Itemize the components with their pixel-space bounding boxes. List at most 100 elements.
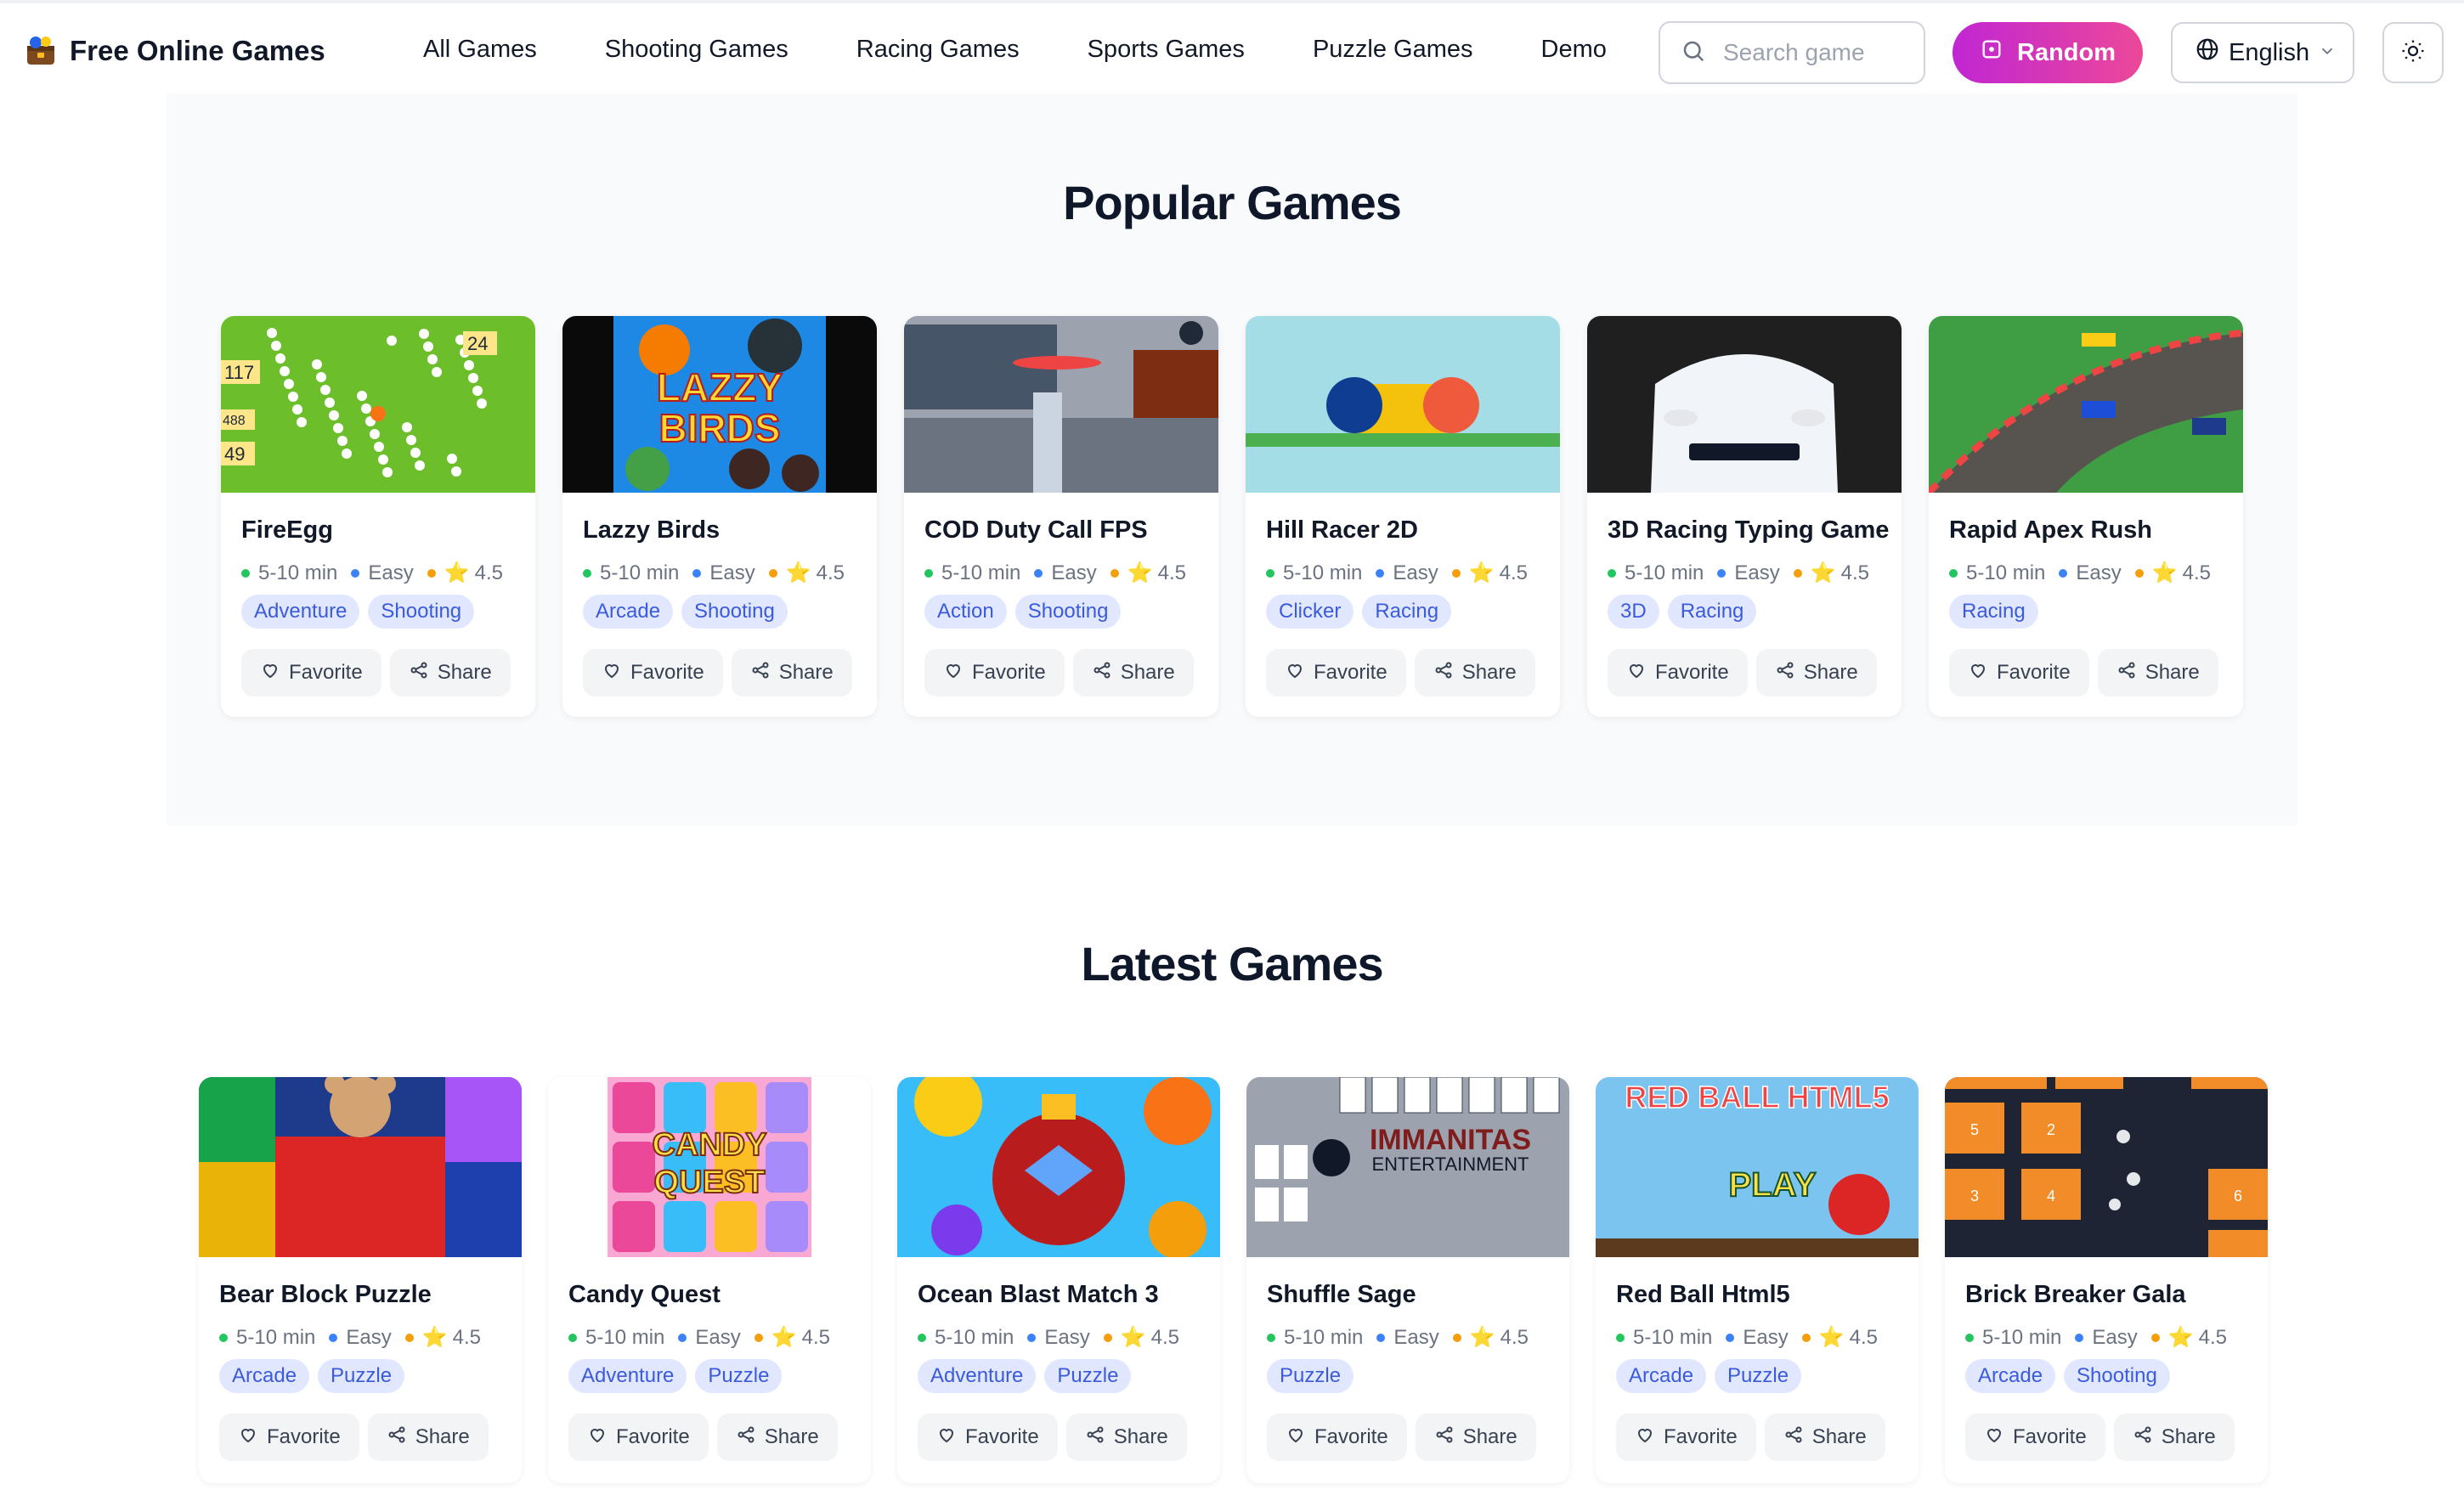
favorite-button[interactable]: Favorite <box>568 1413 709 1461</box>
favorite-button[interactable]: Favorite <box>583 649 723 697</box>
category-tag[interactable]: Adventure <box>568 1359 687 1393</box>
share-button[interactable]: Share <box>1415 1413 1536 1461</box>
favorite-button[interactable]: Favorite <box>1266 649 1406 697</box>
share-button[interactable]: Share <box>367 1413 489 1461</box>
game-card[interactable]: RED BALL HTML5 PLAY Red Ball Html5 5-10 … <box>1596 1077 1919 1483</box>
share-button[interactable]: Share <box>1065 1413 1187 1461</box>
favorite-button[interactable]: Favorite <box>241 649 381 697</box>
share-button[interactable]: Share <box>1764 1413 1885 1461</box>
share-button[interactable]: Share <box>2113 1413 2235 1461</box>
game-title[interactable]: Red Ball Html5 <box>1616 1281 1790 1309</box>
game-card[interactable]: COD Duty Call FPS 5-10 min Easy ⭐ 4.5 Act… <box>904 316 1218 717</box>
category-tag[interactable]: Puzzle <box>1044 1359 1132 1393</box>
game-card[interactable]: LAZZY BIRDS Lazzy Birds 5-10 min Easy ⭐ 4… <box>562 316 877 717</box>
category-tag[interactable]: Puzzle <box>318 1359 405 1393</box>
brand-logo[interactable]: Free Online Games <box>24 34 325 68</box>
favorite-button[interactable]: Favorite <box>1616 1413 1756 1461</box>
game-title[interactable]: Bear Block Puzzle <box>219 1281 432 1309</box>
favorite-button[interactable]: Favorite <box>924 649 1065 697</box>
category-tag[interactable]: Arcade <box>1965 1359 2056 1393</box>
category-tag[interactable]: Arcade <box>1616 1359 1707 1393</box>
time-dot-icon <box>219 1333 228 1342</box>
game-card[interactable]: 5 2 3 4 6 Brick Breaker Gala 5-10 min Ea… <box>1945 1077 2268 1483</box>
game-thumbnail[interactable] <box>904 316 1218 493</box>
favorite-button[interactable]: Favorite <box>1608 649 1748 697</box>
category-tag[interactable]: Adventure <box>918 1359 1037 1393</box>
game-thumbnail[interactable] <box>1929 316 2243 493</box>
game-thumbnail[interactable]: CANDY QUEST <box>548 1077 871 1257</box>
category-tag[interactable]: Clicker <box>1266 595 1354 629</box>
random-button[interactable]: Random <box>1953 22 2143 83</box>
category-tag[interactable]: Puzzle <box>695 1359 783 1393</box>
favorite-button[interactable]: Favorite <box>1267 1413 1407 1461</box>
game-title[interactable]: Shuffle Sage <box>1267 1281 1416 1309</box>
category-tag[interactable]: Puzzle <box>1715 1359 1802 1393</box>
game-card[interactable]: Hill Racer 2D 5-10 min Easy ⭐ 4.5 Clicker… <box>1246 316 1560 717</box>
game-thumbnail[interactable]: LAZZY BIRDS <box>562 316 877 493</box>
category-tag[interactable]: Adventure <box>241 595 360 629</box>
game-thumbnail[interactable] <box>199 1077 522 1257</box>
theme-toggle-button[interactable] <box>2382 22 2444 83</box>
difficulty-dot-icon <box>1717 568 1726 578</box>
category-tag[interactable]: Racing <box>1362 595 1452 629</box>
category-tag[interactable]: Action <box>924 595 1007 629</box>
game-title[interactable]: Brick Breaker Gala <box>1965 1281 2186 1309</box>
game-thumbnail[interactable]: RED BALL HTML5 PLAY <box>1596 1077 1919 1257</box>
share-button[interactable]: Share <box>389 649 511 697</box>
category-tag[interactable]: Shooting <box>368 595 475 629</box>
game-thumbnail[interactable]: IMMANITAS ENTERTAINMENT <box>1246 1077 1569 1257</box>
game-thumbnail[interactable]: 117 24 488 49 <box>221 316 535 493</box>
category-tag[interactable]: Shooting <box>1014 595 1122 629</box>
game-thumbnail[interactable] <box>897 1077 1220 1257</box>
svg-text:488: 488 <box>223 414 246 428</box>
game-title[interactable]: FireEgg <box>241 516 333 544</box>
share-button[interactable]: Share <box>2097 649 2218 697</box>
category-tag[interactable]: Racing <box>1949 595 2038 629</box>
share-button[interactable]: Share <box>716 1413 838 1461</box>
game-title[interactable]: 3D Racing Typing Game <box>1608 516 1889 544</box>
svg-text:24: 24 <box>467 333 488 354</box>
category-tag[interactable]: Racing <box>1667 595 1757 629</box>
game-card[interactable]: Ocean Blast Match 3 5-10 min Easy ⭐ 4.5 A… <box>897 1077 1220 1483</box>
nav-demo[interactable]: Demo <box>1541 36 1607 64</box>
favorite-button[interactable]: Favorite <box>219 1413 359 1461</box>
share-button[interactable]: Share <box>1072 649 1194 697</box>
nav-puzzle-games[interactable]: Puzzle Games <box>1313 36 1473 64</box>
game-card[interactable]: Bear Block Puzzle 5-10 min Easy ⭐ 4.5 Arc… <box>199 1077 522 1483</box>
search-input[interactable] <box>1723 39 1893 66</box>
category-tag[interactable]: Shooting <box>2064 1359 2170 1393</box>
game-thumbnail[interactable] <box>1587 316 1902 493</box>
favorite-button[interactable]: Favorite <box>1965 1413 2105 1461</box>
game-card[interactable]: IMMANITAS ENTERTAINMENT Shuffle Sage 5-1… <box>1246 1077 1569 1483</box>
share-button[interactable]: Share <box>731 649 852 697</box>
game-thumbnail[interactable]: 5 2 3 4 6 <box>1945 1077 2268 1257</box>
category-tag[interactable]: Shooting <box>681 595 788 629</box>
category-tag[interactable]: Arcade <box>583 595 674 629</box>
game-title[interactable]: Hill Racer 2D <box>1266 516 1418 544</box>
favorite-button[interactable]: Favorite <box>918 1413 1058 1461</box>
game-card[interactable]: CANDY QUEST Candy Quest 5-10 min Easy ⭐ 4… <box>548 1077 871 1483</box>
category-tag[interactable]: 3D <box>1608 595 1659 629</box>
game-meta: 5-10 min Easy ⭐ 4.5 <box>1949 561 2224 585</box>
nav-all-games[interactable]: All Games <box>423 36 537 64</box>
category-tag[interactable]: Puzzle <box>1267 1359 1354 1393</box>
game-title[interactable]: Rapid Apex Rush <box>1949 516 2152 544</box>
game-thumbnail[interactable] <box>1246 316 1560 493</box>
game-title[interactable]: Candy Quest <box>568 1281 721 1309</box>
game-title[interactable]: Ocean Blast Match 3 <box>918 1281 1159 1309</box>
rating-dot-icon <box>1110 568 1119 578</box>
share-label: Share <box>2161 1425 2216 1448</box>
game-title[interactable]: COD Duty Call FPS <box>924 516 1148 544</box>
game-card[interactable]: 3D Racing Typing Game 5-10 min Easy ⭐ 4.5… <box>1587 316 1902 717</box>
game-card[interactable]: 117 24 488 49 FireEgg 5-10 min Easy ⭐ 4.5… <box>221 316 535 717</box>
category-tag[interactable]: Arcade <box>219 1359 310 1393</box>
nav-sports-games[interactable]: Sports Games <box>1088 36 1245 64</box>
game-title[interactable]: Lazzy Birds <box>583 516 720 544</box>
nav-shooting-games[interactable]: Shooting Games <box>605 36 788 64</box>
favorite-button[interactable]: Favorite <box>1949 649 2089 697</box>
nav-racing-games[interactable]: Racing Games <box>856 36 1020 64</box>
share-button[interactable]: Share <box>1755 649 1877 697</box>
game-card[interactable]: Rapid Apex Rush 5-10 min Easy ⭐ 4.5 Racin… <box>1929 316 2243 717</box>
language-selector[interactable]: English <box>2171 22 2354 83</box>
share-button[interactable]: Share <box>1414 649 1535 697</box>
